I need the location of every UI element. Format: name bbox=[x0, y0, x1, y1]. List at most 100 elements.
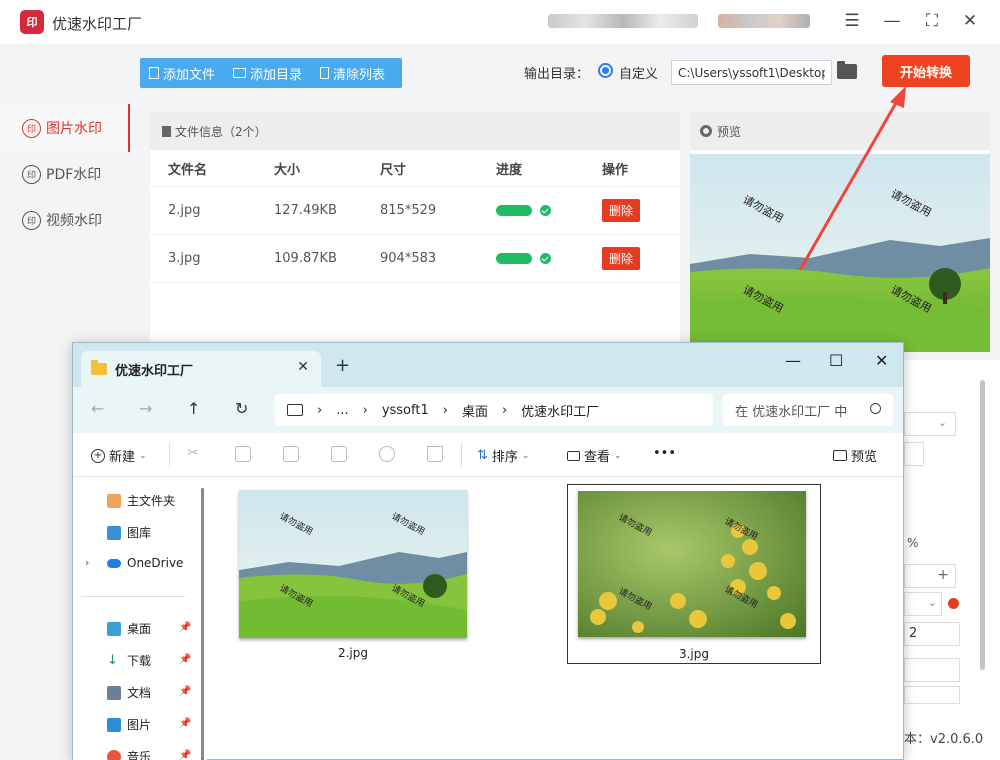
scrollbar[interactable] bbox=[201, 488, 204, 760]
sidebar-item-pdf-watermark[interactable]: 印 PDF水印 bbox=[0, 150, 130, 198]
file-info-title: 文件信息（2个） bbox=[175, 124, 267, 139]
sidebar-item-video-watermark[interactable]: 印 视频水印 bbox=[0, 196, 130, 244]
up-arrow-icon[interactable]: ↑ bbox=[187, 399, 200, 418]
explorer-navigation-pane: 主文件夹 图库 › OneDrive 桌面 ↓ 下载 文档 图片 音乐 📌 📌 📌… bbox=[73, 478, 207, 760]
delete-button[interactable]: 删除 bbox=[602, 199, 641, 222]
error-icon bbox=[948, 598, 959, 609]
nav-label: 音乐 bbox=[127, 750, 152, 760]
check-icon bbox=[540, 253, 551, 264]
new-button[interactable]: + 新建 ⌄ bbox=[91, 446, 147, 465]
gear-icon bbox=[700, 125, 712, 137]
pin-icon[interactable]: 📌 bbox=[179, 654, 191, 665]
file-name: 3.jpg bbox=[168, 251, 201, 266]
expand-chevron-icon[interactable]: › bbox=[85, 556, 89, 569]
view-icon bbox=[567, 450, 580, 461]
stepper-value: 2 bbox=[909, 626, 918, 641]
nav-label: OneDrive bbox=[127, 556, 184, 570]
back-arrow-icon[interactable]: ← bbox=[91, 399, 104, 418]
nav-item-documents[interactable]: 文档 bbox=[107, 684, 151, 701]
video-watermark-icon: 印 bbox=[22, 210, 41, 230]
cut-icon[interactable]: ✂ bbox=[187, 446, 203, 462]
close-icon[interactable]: ✕ bbox=[875, 351, 888, 370]
settings-input[interactable] bbox=[904, 442, 924, 466]
more-options-icon[interactable]: ••• bbox=[653, 446, 676, 461]
nav-label: 桌面 bbox=[127, 622, 152, 636]
nav-item-pictures[interactable]: 图片 bbox=[107, 716, 151, 733]
table-row: 2.jpg 127.49KB 815*529 删除 bbox=[150, 187, 680, 235]
clear-list-button[interactable]: 清除列表 bbox=[311, 58, 394, 88]
divider bbox=[461, 443, 462, 467]
preview-title: 预览 bbox=[717, 124, 742, 139]
pin-icon[interactable]: 📌 bbox=[179, 718, 191, 729]
nav-item-home[interactable]: 主文件夹 bbox=[107, 492, 175, 509]
paste-icon[interactable] bbox=[283, 446, 299, 462]
scrollbar[interactable] bbox=[976, 370, 988, 700]
blurred-user-info bbox=[548, 14, 698, 28]
nav-item-gallery[interactable]: 图库 bbox=[107, 524, 151, 541]
file-size: 127.49KB bbox=[274, 203, 337, 218]
chevron-down-icon: ⌄ bbox=[614, 450, 622, 461]
settings-dropdown[interactable]: ⌄ bbox=[904, 412, 956, 436]
plus-icon[interactable]: + bbox=[937, 567, 949, 583]
view-label: 查看 bbox=[584, 450, 611, 465]
maximize-icon[interactable]: ☐ bbox=[829, 351, 843, 370]
breadcrumb-item[interactable]: yssoft1 bbox=[382, 403, 429, 418]
menu-icon[interactable]: ☰ bbox=[840, 10, 864, 34]
breadcrumb-separator-icon: › bbox=[317, 402, 323, 418]
action-cell: 删除 bbox=[602, 247, 672, 270]
output-path-input[interactable] bbox=[671, 60, 832, 85]
value-stepper[interactable] bbox=[904, 658, 960, 682]
share-icon[interactable] bbox=[379, 446, 395, 462]
minimize-icon[interactable]: — bbox=[880, 10, 904, 34]
browse-folder-icon[interactable] bbox=[837, 61, 857, 79]
value-stepper[interactable]: 2 bbox=[904, 622, 960, 646]
preview-pane-button[interactable]: 预览 bbox=[833, 446, 877, 465]
preview-pane-icon bbox=[833, 450, 847, 461]
nav-item-downloads[interactable]: ↓ 下载 bbox=[107, 652, 151, 669]
file-item[interactable]: 请勿盗用 请勿盗用 请勿盗用 请勿盗用 2.jpg bbox=[237, 490, 469, 660]
search-input[interactable]: 在 优速水印工厂 中 bbox=[723, 394, 893, 426]
download-icon: ↓ bbox=[107, 653, 121, 668]
check-icon bbox=[540, 205, 551, 216]
delete-icon[interactable] bbox=[427, 446, 443, 462]
pin-icon[interactable]: 📌 bbox=[179, 686, 191, 697]
pin-icon[interactable]: 📌 bbox=[179, 750, 191, 760]
sidebar-item-image-watermark[interactable]: 印 图片水印 bbox=[0, 104, 130, 152]
nav-item-desktop[interactable]: 桌面 bbox=[107, 620, 151, 637]
onedrive-icon bbox=[107, 558, 121, 568]
copy-icon[interactable] bbox=[235, 446, 251, 462]
close-tab-icon[interactable]: ✕ bbox=[297, 359, 309, 375]
view-button[interactable]: 查看 ⌄ bbox=[567, 446, 622, 465]
table-row: 3.jpg 109.87KB 904*583 删除 bbox=[150, 235, 680, 283]
value-stepper[interactable] bbox=[904, 686, 960, 704]
new-tab-icon[interactable]: + bbox=[335, 355, 350, 376]
column-header-dimensions: 尺寸 bbox=[380, 162, 407, 178]
nav-label: 图库 bbox=[127, 526, 152, 540]
refresh-icon[interactable]: ↻ bbox=[235, 399, 248, 418]
delete-button[interactable]: 删除 bbox=[602, 247, 641, 270]
forward-arrow-icon[interactable]: → bbox=[139, 399, 152, 418]
custom-radio[interactable] bbox=[598, 63, 613, 78]
nav-item-onedrive[interactable]: OneDrive bbox=[107, 556, 183, 570]
breadcrumb-more[interactable]: ... bbox=[336, 403, 348, 418]
pin-icon[interactable]: 📌 bbox=[179, 622, 191, 633]
maximize-icon[interactable]: ⛶ bbox=[920, 10, 944, 34]
address-bar[interactable]: › ... › yssoft1 › 桌面 › 优速水印工厂 bbox=[275, 394, 713, 426]
file-item-selected[interactable]: 请勿盗用 请勿盗用 请勿盗用 请勿盗用 3.jpg bbox=[567, 484, 821, 664]
minimize-icon[interactable]: — bbox=[785, 351, 801, 370]
rename-icon[interactable] bbox=[331, 446, 347, 462]
file-name: 2.jpg bbox=[337, 646, 369, 660]
sort-button[interactable]: ⇅ 排序 ⌄ bbox=[477, 446, 529, 465]
start-convert-button[interactable]: 开始转换 bbox=[882, 55, 970, 87]
breadcrumb-item[interactable]: 桌面 bbox=[462, 401, 488, 420]
close-icon[interactable]: ✕ bbox=[958, 10, 982, 34]
option-dropdown[interactable]: ⌄ bbox=[904, 592, 942, 616]
explorer-tab[interactable]: 优速水印工厂 ✕ bbox=[81, 351, 321, 387]
number-input[interactable]: + bbox=[904, 564, 956, 588]
add-folder-button[interactable]: 添加目录 bbox=[224, 58, 311, 88]
scrollbar-thumb[interactable] bbox=[980, 380, 985, 670]
breadcrumb-item[interactable]: 优速水印工厂 bbox=[521, 401, 599, 420]
nav-item-music[interactable]: 音乐 bbox=[107, 748, 151, 760]
preview-panel: 预览 请勿盗用 请勿盗用 请勿盗用 请勿盗用 bbox=[690, 112, 990, 352]
add-file-button[interactable]: 添加文件 bbox=[140, 58, 224, 88]
